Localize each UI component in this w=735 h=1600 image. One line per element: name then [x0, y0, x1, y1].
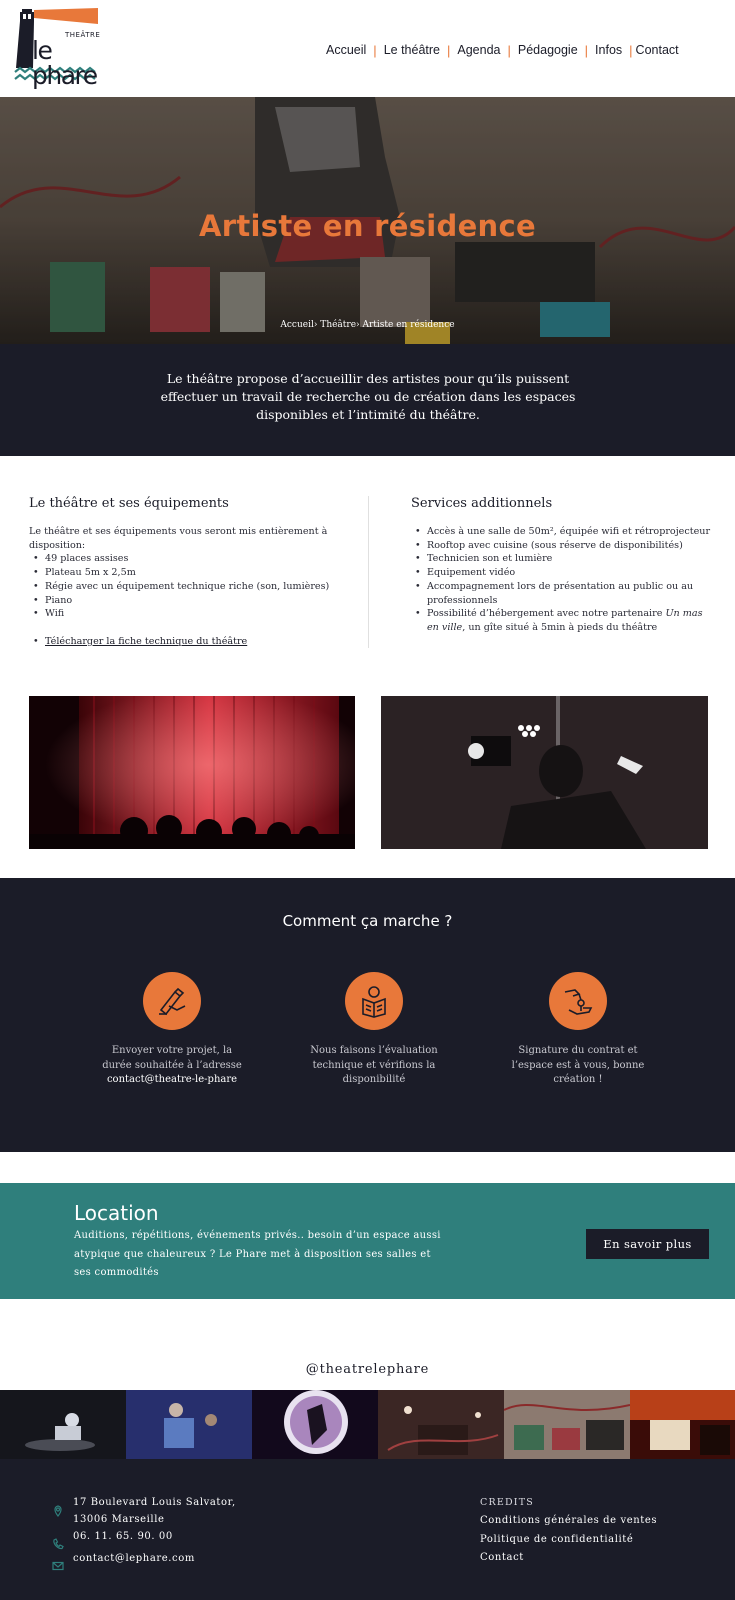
list-item: Technicien son et lumière [411, 552, 711, 566]
footer-link-contact[interactable]: Contact [480, 1549, 657, 1567]
instagram-post[interactable] [630, 1390, 735, 1459]
footer-link-cgv[interactable]: Conditions générales de ventes [480, 1512, 657, 1530]
download-item: Télécharger la fiche technique du théâtr… [29, 635, 339, 649]
instagram-feed [0, 1390, 735, 1459]
location-text: Auditions, répétitions, événements privé… [74, 1230, 441, 1278]
list-item: Equipement vidéo [411, 566, 711, 580]
step-1-label: Envoyer votre projet, la durée souhaitée… [102, 1045, 242, 1071]
mail-icon [52, 1561, 64, 1571]
site-footer: 17 Boulevard Louis Salvator, 13006 Marse… [0, 1459, 735, 1600]
footer-phone[interactable]: 06. 11. 65. 90. 00 [73, 1529, 173, 1546]
footer-address: 17 Boulevard Louis Salvator, 13006 Marse… [73, 1497, 236, 1525]
logo-name: le phare [32, 36, 98, 90]
step-1: Envoyer votre projet, la durée souhaitée… [97, 972, 247, 1088]
footer-credits: CREDITS Conditions générales de ventes P… [480, 1494, 657, 1567]
list-item: Wifi [29, 607, 339, 621]
page-title: Artiste en résidence [199, 209, 536, 243]
handshake-key-icon [549, 972, 607, 1030]
how-title: Comment ça marche ? [282, 912, 453, 930]
stage-curtain-photo [29, 696, 355, 849]
hand-writing-icon [143, 972, 201, 1030]
learn-more-button[interactable]: En savoir plus [586, 1229, 709, 1259]
step-1-text: Envoyer votre projet, la durée souhaitée… [97, 1044, 247, 1088]
credits-heading: CREDITS [480, 1497, 534, 1508]
location-pin-icon [54, 1505, 62, 1517]
logo[interactable]: THEÂTRE le phare [12, 6, 102, 90]
instagram-post[interactable] [378, 1390, 504, 1459]
instagram-post[interactable] [252, 1390, 378, 1459]
person-reading-icon [345, 972, 403, 1030]
equipment-lead: Le théâtre et ses équipements vous seron… [29, 526, 328, 551]
download-list: Télécharger la fiche technique du théâtr… [29, 635, 339, 649]
lodging-text-end: , un gîte situé à 5min à pieds du théâtr… [462, 621, 658, 633]
intro-band: Le théâtre propose d’accueillir des arti… [0, 344, 735, 456]
intro-text: Le théâtre propose d’accueillir des arti… [160, 371, 576, 422]
nav-infos[interactable]: Infos [588, 43, 629, 57]
lodging-text: Possibilité d’hébergement avec notre par… [427, 608, 666, 620]
location-title: Location [74, 1201, 159, 1225]
list-item: Plateau 5m x 2,5m [29, 566, 339, 580]
site-header: THEÂTRE le phare Accueil | Le théâtre | Ag… [0, 0, 735, 97]
nav-le-theatre[interactable]: Le théâtre [377, 43, 447, 57]
contact-email-link[interactable]: contact@theatre-le-phare [107, 1074, 237, 1085]
list-item: Accompagnement lors de présentation au p… [411, 580, 711, 607]
services-section: Services additionnels Accès à une salle … [411, 496, 711, 635]
nav-pedagogie[interactable]: Pédagogie [511, 43, 585, 57]
technician-lights-photo [381, 696, 708, 849]
step-2-text: Nous faisons l’évaluation technique et v… [310, 1045, 438, 1085]
services-list: Accès à une salle de 50m², équipée wifi … [411, 525, 711, 635]
step-3: Signature du contrat et l’espace est à v… [503, 972, 653, 1088]
instagram-post[interactable] [0, 1390, 126, 1459]
nav-accueil[interactable]: Accueil [323, 43, 373, 57]
how-it-works-section: Comment ça marche ? Envoyer votre projet… [0, 878, 735, 1152]
column-divider [368, 496, 369, 648]
services-heading: Services additionnels [411, 496, 553, 511]
instagram-handle[interactable]: @theatrelephare [0, 1362, 735, 1377]
hero-banner: Artiste en résidence Accueil› Théâtre› A… [0, 97, 735, 344]
list-item: Possibilité d’hébergement avec notre par… [411, 607, 711, 634]
location-banner: Location Auditions, répétitions, événeme… [0, 1183, 735, 1299]
nav-contact[interactable]: Contact [633, 43, 686, 57]
breadcrumb[interactable]: Accueil› Théâtre› Artiste en résidence [0, 320, 735, 330]
equipment-section: Le théâtre et ses équipements Le théâtre… [29, 496, 339, 648]
nav-agenda[interactable]: Agenda [450, 43, 507, 57]
list-item: Régie avec un équipement technique riche… [29, 580, 339, 594]
list-item: Rooftop avec cuisine (sous réserve de di… [411, 539, 711, 553]
instagram-post[interactable] [504, 1390, 630, 1459]
main-nav: Accueil | Le théâtre | Agenda | Pédagogie | … [323, 40, 686, 60]
list-item: Accès à une salle de 50m², équipée wifi … [411, 525, 711, 539]
equipment-list: 49 places assises Plateau 5m x 2,5m Régi… [29, 552, 339, 621]
list-item: 49 places assises [29, 552, 339, 566]
step-2: Nous faisons l’évaluation technique et v… [299, 972, 449, 1088]
download-tech-sheet-link[interactable]: Télécharger la fiche technique du théâtr… [45, 636, 247, 647]
footer-email[interactable]: contact@lephare.com [73, 1551, 195, 1568]
instagram-post[interactable] [126, 1390, 252, 1459]
step-3-text: Signature du contrat et l’espace est à v… [511, 1045, 645, 1085]
list-item: Piano [29, 594, 339, 608]
phone-icon [53, 1538, 64, 1550]
footer-link-privacy[interactable]: Politique de confidentialité [480, 1531, 657, 1549]
equipment-heading: Le théâtre et ses équipements [29, 496, 229, 511]
